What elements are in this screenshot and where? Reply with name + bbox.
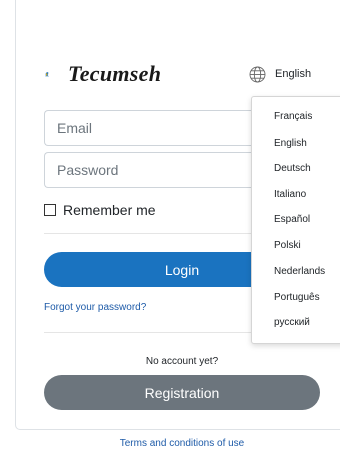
language-option-polski[interactable]: Polski: [274, 240, 301, 251]
language-option-nederlands[interactable]: Nederlands: [274, 266, 325, 277]
current-language-label: English: [275, 68, 312, 80]
language-option-portugues[interactable]: Português: [274, 292, 320, 303]
email-field[interactable]: Email: [44, 110, 274, 146]
tecumseh-logo-icon: [45, 72, 49, 77]
terms-link[interactable]: Terms and conditions of use: [0, 438, 340, 449]
globe-icon: [249, 66, 266, 82]
no-account-text: No account yet?: [145, 356, 219, 367]
language-dropdown-menu: Français English Deutsch Italiano Españo…: [251, 96, 340, 344]
remember-me-row[interactable]: Remember me: [44, 202, 156, 218]
language-option-english[interactable]: English: [274, 138, 307, 149]
language-option-francais[interactable]: Français: [274, 111, 312, 122]
language-selector[interactable]: English: [249, 64, 311, 84]
language-option-italiano[interactable]: Italiano: [274, 189, 306, 200]
registration-button[interactable]: Registration: [44, 375, 320, 410]
language-option-russian[interactable]: русский: [274, 317, 310, 328]
remember-me-label: Remember me: [63, 202, 156, 218]
remember-me-checkbox[interactable]: [44, 204, 56, 216]
forgot-password-link[interactable]: Forgot your password?: [44, 302, 146, 313]
language-option-espanol[interactable]: Español: [274, 214, 310, 225]
brand-logo-text: Tecumseh: [68, 61, 162, 86]
password-field[interactable]: Password: [44, 152, 274, 188]
language-option-deutsch[interactable]: Deutsch: [274, 163, 311, 174]
